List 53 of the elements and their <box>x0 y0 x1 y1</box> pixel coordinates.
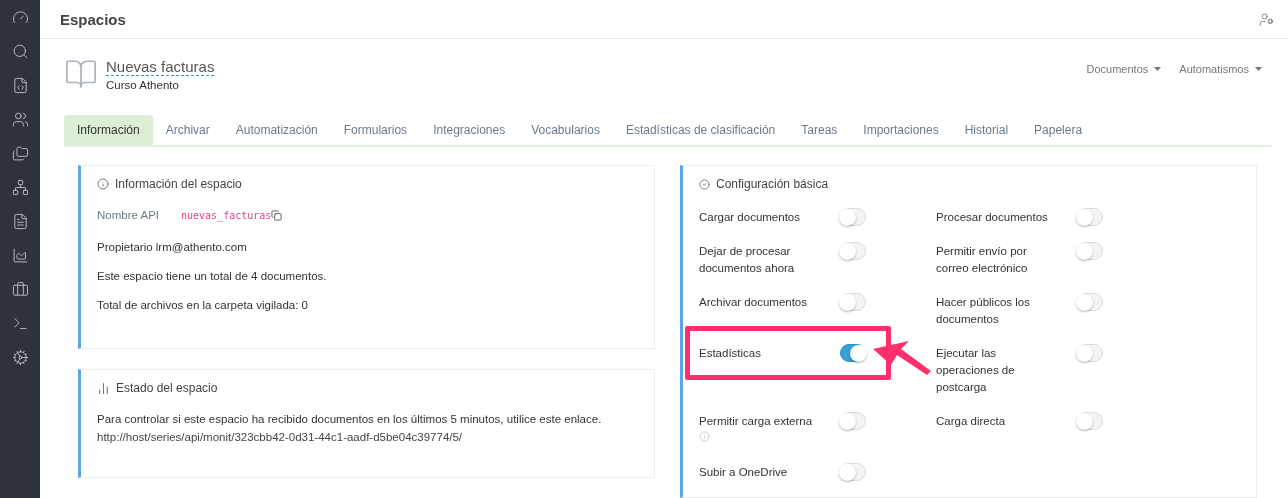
sitemap-icon[interactable] <box>11 177 29 197</box>
tab[interactable]: Información <box>64 115 153 145</box>
card-title: Información del espacio <box>115 177 242 191</box>
status-text: Para controlar si este espacio ha recibido documentos en los últimos 5 minutos, utilice este enlace. <box>97 413 603 425</box>
setting-label: Archivar documentos <box>699 296 808 308</box>
space-name: Nuevas facturas <box>106 57 215 76</box>
setting-label: Dejar de procesar documentos ahora <box>699 245 795 274</box>
tab[interactable]: Vocabularios <box>518 115 613 145</box>
tab[interactable]: Archivar <box>152 115 223 145</box>
card-title: Configuración básica <box>716 177 829 191</box>
copy-icon[interactable] <box>271 209 283 221</box>
page-title: Espacios <box>60 10 126 28</box>
arrow <box>873 341 933 377</box>
tab[interactable]: Formularios <box>330 115 421 145</box>
caret-icon[interactable] <box>1154 67 1162 71</box>
tab[interactable]: Tareas <box>788 115 851 145</box>
toolbox-icon[interactable] <box>11 279 29 299</box>
setting-label: Permitir envío por correo electrónico <box>936 245 1028 274</box>
code-file-icon[interactable] <box>11 75 29 95</box>
folders-icon[interactable] <box>11 143 29 163</box>
info-text: Total de archivos en la carpeta vigilada: 0 <box>97 299 309 311</box>
gears-icon[interactable] <box>11 347 29 367</box>
monitor-link[interactable]: http://host/series/api/monit/323cbb42-0d31-44c1-aadf-d5be04c39774/5/ <box>97 431 463 443</box>
toggle-switch[interactable] <box>840 344 866 362</box>
tab[interactable]: Importaciones <box>850 115 952 145</box>
setting-label: Hacer públicos los documentos <box>936 296 1030 325</box>
dropdown-menu[interactable]: Automatismos <box>1179 63 1262 75</box>
info-text: Propietario lrm@athento.com <box>97 241 248 253</box>
field-label: Nombre API <box>97 209 160 221</box>
setting-label: Procesar documentos <box>936 211 1048 223</box>
setting-label: Carga directa <box>936 415 1006 427</box>
tab[interactable]: Historial <box>951 115 1022 145</box>
setting-label: Cargar documentos <box>699 211 800 223</box>
setting-label: Estadísticas <box>699 347 761 359</box>
setting-label: Ejecutar las operaciones de postcarga <box>936 347 1015 393</box>
card-title: Estado del espacio <box>116 381 218 395</box>
info-text: Este espacio tiene un total de 4 documentos. <box>97 270 328 282</box>
users-icon[interactable] <box>11 109 29 129</box>
check-circle-icon <box>699 178 710 190</box>
tab[interactable]: Automatización <box>222 115 331 145</box>
setting-label: Permitir carga externa <box>699 415 813 427</box>
api-name: nuevas_facturas <box>181 209 272 221</box>
info-icon <box>97 178 109 190</box>
tab[interactable]: Integraciones <box>420 115 519 145</box>
setting-label: Subir a OneDrive <box>699 466 788 478</box>
space-subtitle: Curso Athento <box>106 78 180 91</box>
dropdown-menu[interactable]: Documentos <box>1086 63 1162 75</box>
document-icon[interactable] <box>11 211 29 231</box>
tab[interactable]: Papelera <box>1021 115 1096 145</box>
tab[interactable]: Estadísticas de clasificación <box>612 115 789 145</box>
user-settings-icon[interactable] <box>1259 11 1274 27</box>
caret-icon[interactable] <box>1255 67 1262 71</box>
signal-icon <box>97 381 110 395</box>
